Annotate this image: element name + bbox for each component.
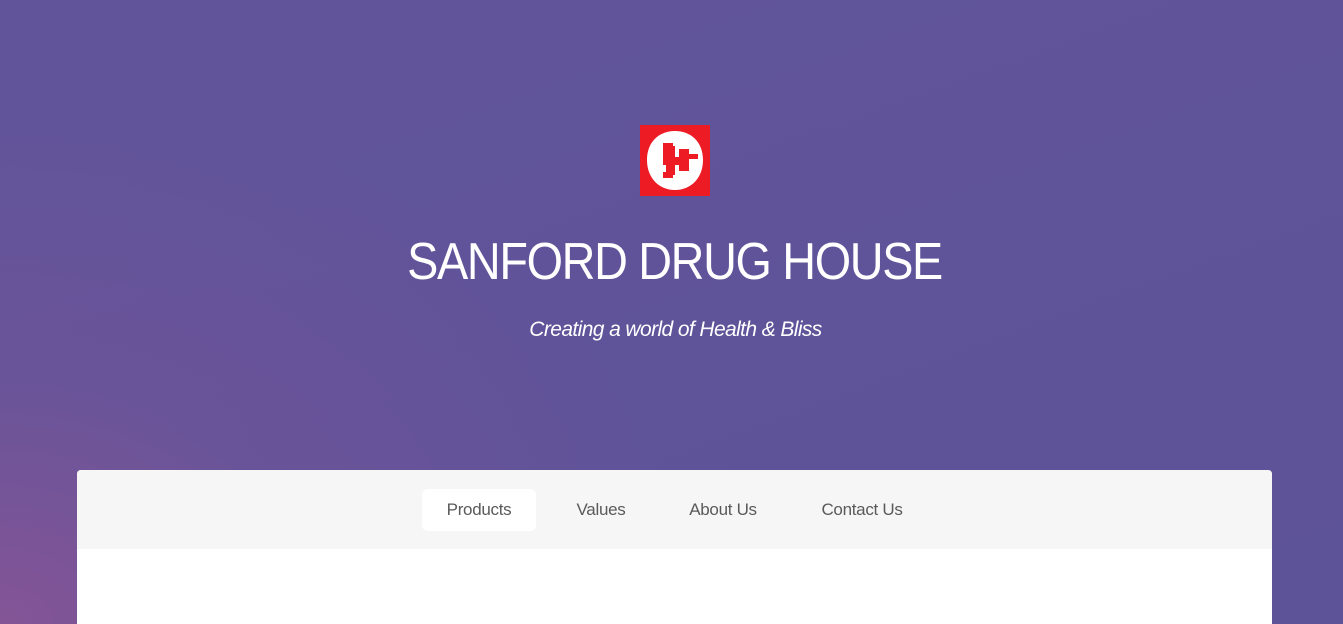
content-area: [77, 549, 1272, 624]
nav-item-products[interactable]: Products: [422, 489, 536, 531]
sanford-logo-icon: [640, 125, 710, 196]
nav-item-contact-us[interactable]: Contact Us: [801, 489, 923, 531]
main-panel: Products Values About Us Contact Us: [77, 470, 1272, 624]
site-tagline: Creating a world of Health & Bliss: [529, 318, 822, 341]
main-nav: Products Values About Us Contact Us: [77, 470, 1272, 549]
nav-item-values[interactable]: Values: [557, 489, 645, 531]
nav-item-about-us[interactable]: About Us: [669, 489, 777, 531]
site-title: SANFORD DRUG HOUSE: [407, 233, 943, 291]
